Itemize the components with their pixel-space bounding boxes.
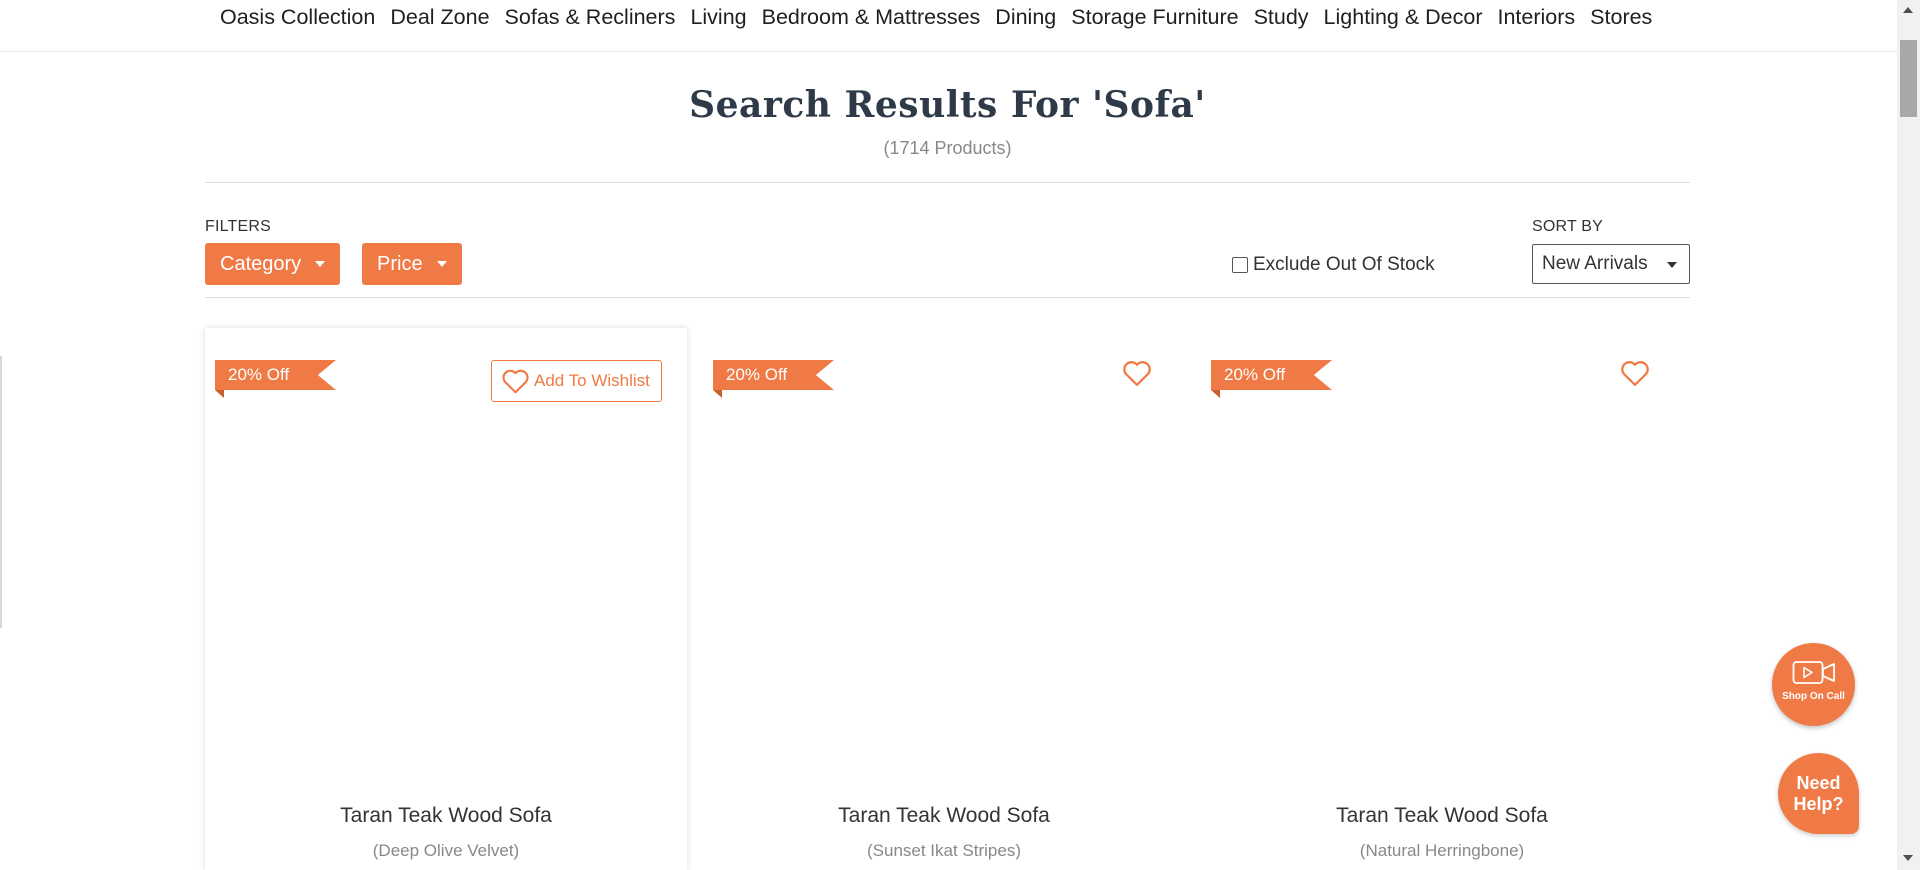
- search-query: 'Sofa': [1091, 84, 1206, 126]
- filters-label: FILTERS: [205, 218, 272, 235]
- discount-badge: 20% Off: [215, 360, 336, 390]
- nav-item-living[interactable]: Living: [690, 4, 746, 30]
- product-name[interactable]: Taran Teak Wood Sofa: [1201, 804, 1683, 828]
- price-filter-button[interactable]: Price: [362, 243, 462, 285]
- nav-item-oasis-collection[interactable]: Oasis Collection: [220, 4, 375, 30]
- video-camera-icon: [1792, 661, 1835, 684]
- add-to-wishlist-button[interactable]: Add To Wishlist: [491, 360, 662, 402]
- scrollbar-thumb[interactable]: [1900, 40, 1917, 117]
- sort-selected-value: New Arrivals: [1542, 253, 1648, 274]
- nav-item-stores[interactable]: Stores: [1590, 4, 1652, 30]
- exclude-out-of-stock-checkbox[interactable]: [1232, 257, 1248, 273]
- category-filter-button[interactable]: Category: [205, 243, 341, 285]
- product-name[interactable]: Taran Teak Wood Sofa: [205, 804, 687, 828]
- divider: [205, 182, 1690, 183]
- ribbon-tail: [713, 390, 722, 398]
- nav-item-dining[interactable]: Dining: [995, 4, 1056, 30]
- nav-item-interiors[interactable]: Interiors: [1498, 4, 1576, 30]
- ribbon-tail: [1211, 390, 1220, 398]
- product-name[interactable]: Taran Teak Wood Sofa: [703, 804, 1185, 828]
- results-count: (1714 Products): [883, 138, 1012, 158]
- discount-badge: 20% Off: [713, 360, 834, 390]
- nav-item-sofas-recliners[interactable]: Sofas & Recliners: [505, 4, 676, 30]
- product-variant: (Natural Herringbone): [1359, 841, 1525, 860]
- product-card[interactable]: 20% Off Add To Wishlist Taran Teak Wood …: [205, 328, 687, 870]
- wishlist-label: Add To Wishlist: [534, 371, 650, 390]
- divider: [205, 297, 1690, 298]
- caret-down-icon: [436, 261, 447, 267]
- nav-item-bedroom-mattresses[interactable]: Bedroom & Mattresses: [762, 4, 981, 30]
- nav-list: Oasis Collection Deal Zone Sofas & Recli…: [220, 4, 1667, 30]
- product-card[interactable]: 20% Off Taran Teak Wood Sofa (Natural He…: [1201, 328, 1683, 870]
- product-variant: (Deep Olive Velvet): [372, 841, 520, 860]
- product-variant: (Sunset Ikat Stripes): [866, 841, 1021, 860]
- exclude-out-of-stock[interactable]: Exclude Out Of Stock: [1232, 254, 1435, 276]
- need-help-label: Need Help?: [1793, 772, 1844, 814]
- heart-icon: [502, 369, 529, 394]
- side-drawer-edge: [0, 356, 2, 628]
- heart-icon[interactable]: [1122, 359, 1152, 387]
- sort-label: SORT BY: [1532, 218, 1604, 235]
- nav-item-deal-zone[interactable]: Deal Zone: [390, 4, 489, 30]
- scroll-down-arrow[interactable]: [1903, 855, 1913, 861]
- scroll-up-arrow[interactable]: [1903, 7, 1913, 13]
- caret-down-icon: [315, 261, 326, 267]
- main-nav: Oasis Collection Deal Zone Sofas & Recli…: [0, 0, 1897, 52]
- price-filter-label: Price: [377, 252, 423, 275]
- page-scrollbar[interactable]: [1897, 0, 1920, 870]
- nav-item-study[interactable]: Study: [1254, 4, 1309, 30]
- category-filter-label: Category: [220, 252, 302, 275]
- caret-down-icon: [1667, 262, 1677, 268]
- title-prefix: Search Results For: [689, 84, 1092, 126]
- nav-item-lighting-decor[interactable]: Lighting & Decor: [1324, 4, 1483, 30]
- need-help-chat-button[interactable]: Need Help?: [1778, 753, 1859, 834]
- heart-icon[interactable]: [1620, 359, 1650, 387]
- discount-badge: 20% Off: [1211, 360, 1332, 390]
- sort-select[interactable]: New Arrivals: [1532, 244, 1690, 284]
- page-title: Search Results For 'Sofa': [0, 84, 1895, 126]
- shop-on-call-label: Shop On Call: [1782, 691, 1845, 702]
- exclude-out-of-stock-label: Exclude Out Of Stock: [1253, 254, 1435, 275]
- shop-on-call-button[interactable]: Shop On Call: [1772, 643, 1855, 726]
- nav-item-storage-furniture[interactable]: Storage Furniture: [1071, 4, 1238, 30]
- ribbon-tail: [215, 390, 224, 398]
- product-card[interactable]: 20% Off Taran Teak Wood Sofa (Sunset Ika…: [703, 328, 1185, 870]
